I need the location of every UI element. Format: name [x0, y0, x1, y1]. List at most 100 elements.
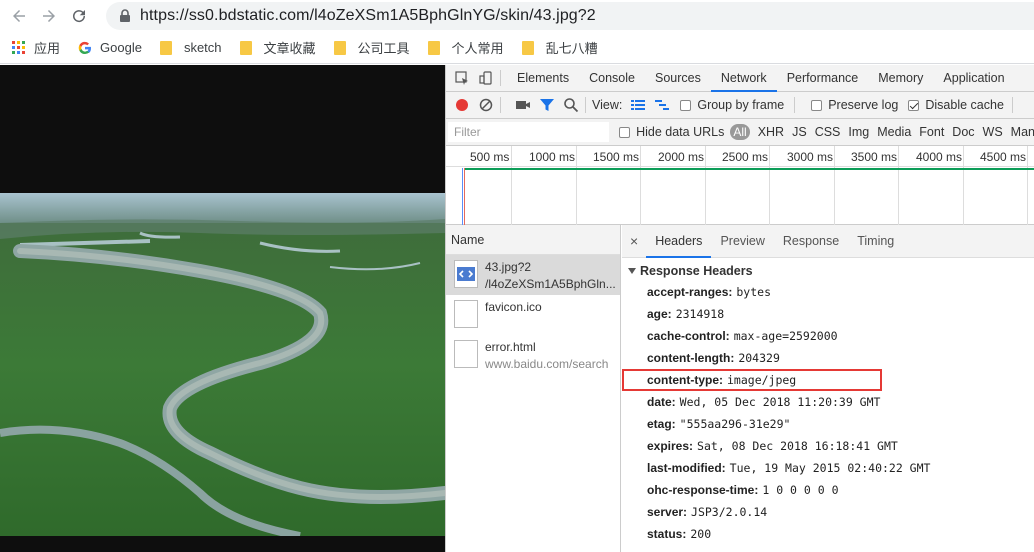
capture-screenshots-icon[interactable] — [515, 97, 531, 113]
tick-label: 2000 ms — [658, 150, 705, 164]
reload-icon — [73, 10, 86, 23]
close-icon[interactable]: × — [622, 233, 646, 249]
tick-label: 1500 ms — [593, 150, 640, 164]
bookmark-misc[interactable]: 乱七八糟 — [521, 38, 598, 57]
type-filter-js[interactable]: JS — [792, 125, 807, 139]
disable-cache-label: Disable cache — [925, 98, 1004, 112]
tab-timing[interactable]: Timing — [848, 225, 903, 258]
group-by-frame-checkbox[interactable] — [680, 99, 692, 111]
hide-data-urls-checkbox[interactable] — [619, 126, 631, 138]
timeline-load-bar — [464, 168, 1034, 170]
forward-arrow-icon — [43, 10, 55, 22]
reload-button[interactable] — [68, 5, 90, 27]
type-filter-css[interactable]: CSS — [815, 125, 841, 139]
forward-button[interactable] — [38, 5, 60, 27]
tab-sources[interactable]: Sources — [645, 65, 711, 92]
inspect-element-icon[interactable] — [454, 70, 470, 86]
tab-memory[interactable]: Memory — [868, 65, 933, 92]
type-filter-doc[interactable]: Doc — [952, 125, 974, 139]
large-rows-icon[interactable] — [630, 97, 646, 113]
type-filter-img[interactable]: Img — [848, 125, 869, 139]
request-name: error.html www.baidu.com/search — [485, 335, 615, 373]
request-filename: error.html — [485, 340, 536, 354]
bookmark-articles[interactable]: 文章收藏 — [239, 38, 316, 57]
timeline-tick: 3500 ms — [851, 146, 899, 225]
disable-cache-checkbox[interactable] — [908, 99, 920, 111]
type-filter-ws[interactable]: WS — [983, 125, 1003, 139]
device-toggle-icon[interactable] — [478, 70, 494, 86]
network-overview-timeline[interactable]: 500 ms 1000 ms 1500 ms 2000 ms 2500 ms 3… — [446, 146, 1034, 225]
name-column-header[interactable]: Name — [446, 225, 620, 255]
view-label: View: — [592, 98, 623, 112]
document-file-icon — [454, 340, 478, 368]
timeline-tick: 1000 ms — [529, 146, 577, 225]
tick-label: 4000 ms — [916, 150, 963, 164]
bookmark-label: 应用 — [34, 41, 61, 56]
type-filter-manifest[interactable]: Man — [1011, 125, 1034, 139]
timeline-tick: 4500 ms — [980, 146, 1028, 225]
group-by-frame-label: Group by frame — [697, 98, 785, 112]
tab-application[interactable]: Application — [933, 65, 1014, 92]
bookmark-company-tools[interactable]: 公司工具 — [333, 38, 410, 57]
header-row: server: JSP3/2.0.14 — [622, 501, 1034, 523]
request-detail-panel: × Headers Preview Response Timing Respon… — [622, 225, 1034, 552]
bookmark-google[interactable]: Google — [78, 40, 142, 55]
response-headers-section[interactable]: Response Headers — [622, 264, 1034, 278]
preserve-log-checkbox[interactable] — [811, 99, 823, 111]
tab-response[interactable]: Response — [774, 225, 848, 258]
clear-icon[interactable] — [478, 97, 494, 113]
network-toolbar: View: Group by frame Preserve log Disabl… — [446, 92, 1034, 119]
waterfall-overview-icon[interactable] — [654, 97, 670, 113]
type-filter-xhr[interactable]: XHR — [758, 125, 784, 139]
timeline-tick: 3000 ms — [787, 146, 835, 225]
header-key: status: — [647, 527, 687, 541]
tab-elements[interactable]: Elements — [507, 65, 579, 92]
request-row[interactable]: 43.jpg?2 /l4oZeXSm1A5BphGln... — [446, 255, 620, 295]
type-filter-all[interactable]: All — [730, 124, 750, 140]
tick-label: 3500 ms — [851, 150, 898, 164]
lock-icon — [120, 9, 130, 22]
header-row: content-length: 204329 — [622, 347, 1034, 369]
tab-performance[interactable]: Performance — [777, 65, 869, 92]
header-value: Wed, 05 Dec 2018 11:20:39 GMT — [679, 395, 881, 409]
tab-preview[interactable]: Preview — [711, 225, 773, 258]
devtools-tabbar: Elements Console Sources Network Perform… — [446, 65, 1034, 92]
request-row[interactable]: favicon.ico — [446, 295, 620, 335]
header-row: cache-control: max-age=2592000 — [622, 325, 1034, 347]
highlight-box — [622, 369, 882, 391]
record-icon[interactable] — [454, 97, 470, 113]
divider — [794, 97, 796, 113]
timeline-tick: 2500 ms — [722, 146, 770, 225]
bookmark-sketch[interactable]: sketch — [159, 40, 222, 55]
header-value: 200 — [690, 527, 712, 541]
timeline-tick: 4000 ms — [916, 146, 964, 225]
detail-tabbar: × Headers Preview Response Timing — [622, 225, 1034, 258]
back-button[interactable] — [8, 5, 30, 27]
bookmark-label: 公司工具 — [357, 41, 410, 56]
header-list: accept-ranges: bytes age: 2314918 cache-co… — [622, 281, 1034, 545]
back-arrow-icon — [13, 10, 25, 22]
request-path: www.baidu.com/search — [485, 357, 609, 371]
timeline-tick: 2000 ms — [658, 146, 706, 225]
tab-console[interactable]: Console — [579, 65, 645, 92]
request-row[interactable]: error.html www.baidu.com/search — [446, 335, 620, 375]
timeline-divider — [446, 166, 1034, 167]
google-icon — [78, 41, 92, 54]
type-filter-font[interactable]: Font — [919, 125, 944, 139]
request-filename: 43.jpg?2 — [485, 260, 532, 274]
type-filter-media[interactable]: Media — [877, 125, 911, 139]
header-key: date: — [647, 395, 676, 409]
url-text[interactable]: https://ss0.bdstatic.com/l4oZeXSm1A5BphG… — [140, 7, 596, 25]
header-row: ohc-response-time: 1 0 0 0 0 0 — [622, 479, 1034, 501]
url-bar[interactable]: https://ss0.bdstatic.com/l4oZeXSm1A5BphG… — [106, 2, 1034, 30]
tab-headers[interactable]: Headers — [646, 225, 712, 258]
tick-label: 500 ms — [470, 150, 510, 164]
header-key: accept-ranges: — [647, 285, 733, 299]
filter-icon[interactable] — [539, 97, 555, 113]
bookmark-personal[interactable]: 个人常用 — [427, 38, 504, 57]
filter-input[interactable]: Filter — [448, 122, 610, 142]
tab-network[interactable]: Network — [710, 65, 777, 92]
bookmark-apps[interactable]: 应用 — [12, 38, 60, 57]
search-icon[interactable] — [563, 97, 579, 113]
load-event-marker — [464, 168, 465, 225]
